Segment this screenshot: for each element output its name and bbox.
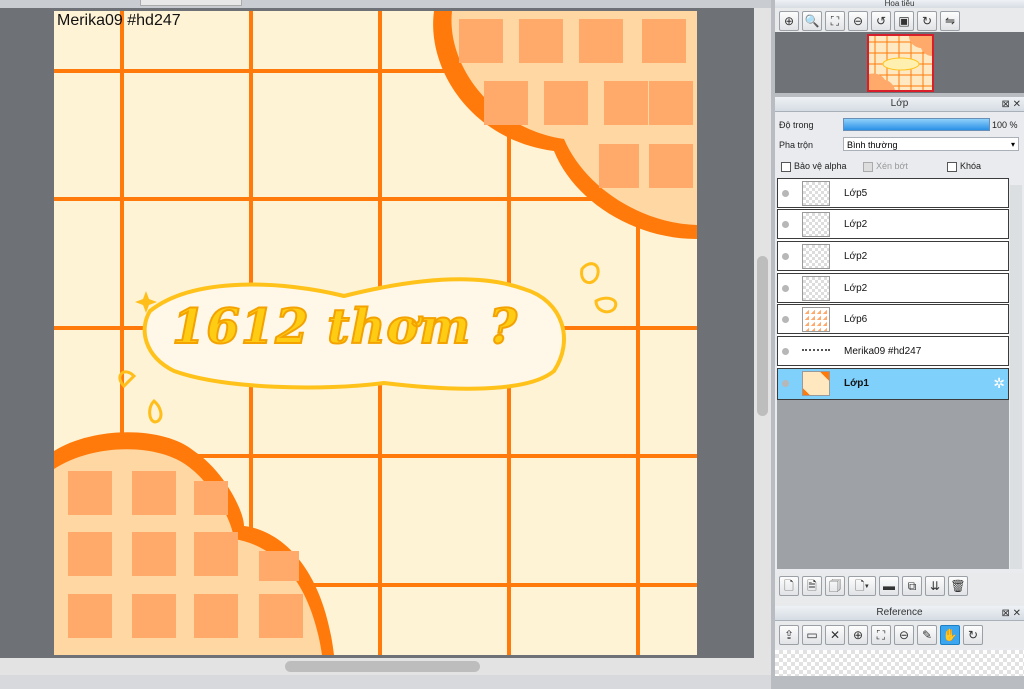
add-layer-dropdown-icon[interactable]: 🗋▾: [848, 576, 876, 596]
artwork-canvas[interactable]: Merika09 #hd247 1612 thơm ?: [54, 11, 697, 655]
clipping-checkbox[interactable]: Xén bớt: [863, 161, 908, 172]
close-icon[interactable]: ⊠ ✕: [1001, 98, 1021, 112]
layer-row[interactable]: Lớp2: [777, 273, 1009, 303]
layer-row[interactable]: Merika09 #hd247: [777, 336, 1009, 366]
visibility-icon[interactable]: [782, 221, 789, 228]
new-layer-icon[interactable]: 🗋: [779, 576, 799, 596]
horizontal-scrollbar[interactable]: [0, 658, 771, 675]
fit-window-icon[interactable]: ⛶: [871, 625, 891, 645]
rotate-icon[interactable]: ↻: [963, 625, 983, 645]
close-icon[interactable]: ⊠ ✕: [1001, 607, 1021, 621]
layer-name: Lớp6: [844, 314, 868, 325]
layer-toolbar: 🗋 🗎 🗍 🗋▾ ▬ ⧉ ⇊ 🗑: [775, 573, 1024, 607]
reference-toolbar: ⇪ ▭ ✕ ⊕ ⛶ ⊖ ✎ ✋ ↻: [775, 622, 1024, 648]
canvas-area[interactable]: Merika09 #hd247 1612 thơm ?: [0, 0, 771, 689]
checkbox-icon: [781, 161, 791, 172]
rotate-left-icon[interactable]: ↺: [871, 11, 891, 31]
layer-name: Lớp1: [844, 378, 869, 389]
reference-canvas[interactable]: [775, 650, 1024, 676]
opacity-value: 100 %: [992, 120, 1018, 130]
top-strip: [0, 0, 771, 8]
zoom-out-icon[interactable]: ⊖: [894, 625, 914, 645]
layer-row[interactable]: Lớp5: [777, 178, 1009, 208]
gear-icon[interactable]: ✲: [993, 375, 1005, 392]
artwork-title-text: 1612 thơm ?: [171, 298, 519, 356]
actual-size-icon[interactable]: ▣: [894, 11, 914, 31]
visibility-icon[interactable]: [782, 190, 789, 197]
eyedropper-icon[interactable]: ✎: [917, 625, 937, 645]
layer-thumbnail: [802, 276, 830, 301]
upload-icon[interactable]: ⇪: [779, 625, 799, 645]
layer-name: Merika09 #hd247: [844, 346, 922, 357]
fit-window-icon[interactable]: ⛶: [825, 11, 845, 31]
chevron-down-icon: ▾: [1010, 140, 1015, 149]
layer-list-scrollbar[interactable]: [1010, 185, 1022, 569]
navigator-panel: Hoa tiêu ⊕ 🔍 ⛶ ⊖ ↺ ▣ ↻ ⇋: [775, 0, 1024, 93]
layer-thumbnail: [802, 307, 830, 332]
new-8bit-layer-icon[interactable]: 🗎: [802, 576, 822, 596]
hand-icon[interactable]: ✋: [940, 625, 960, 645]
folder-icon[interactable]: ▬: [879, 576, 899, 596]
visibility-icon[interactable]: [782, 253, 789, 260]
opacity-label: Độ trong: [779, 120, 814, 130]
checkbox-icon: [863, 161, 873, 172]
zoom-in-icon[interactable]: ⊕: [848, 625, 868, 645]
top-tab[interactable]: [140, 0, 242, 6]
layer-row[interactable]: Lớp2: [777, 241, 1009, 271]
opacity-slider[interactable]: [843, 118, 990, 131]
protect-alpha-label: Bảo vệ alpha: [794, 161, 847, 171]
layer-name: Lớp2: [844, 219, 868, 230]
blend-mode-select[interactable]: Bình thường ▾: [843, 137, 1019, 151]
layer-thumbnail: [802, 181, 830, 206]
layer-name: Lớp2: [844, 283, 868, 294]
open-folder-icon[interactable]: ▭: [802, 625, 822, 645]
layer-thumbnail: [802, 212, 830, 237]
layer-row[interactable]: Lớp2: [777, 209, 1009, 239]
layer-thumbnail: [802, 371, 830, 396]
protect-alpha-checkbox[interactable]: Bảo vệ alpha: [781, 161, 847, 172]
lock-checkbox[interactable]: Khóa: [947, 161, 981, 172]
visibility-icon[interactable]: [782, 316, 789, 323]
duplicate-layer-icon[interactable]: ⧉: [902, 576, 922, 596]
visibility-icon[interactable]: [782, 348, 789, 355]
flip-icon[interactable]: ⇋: [940, 11, 960, 31]
reference-panel-header: Reference ⊠ ✕: [775, 606, 1024, 621]
vertical-scrollbar[interactable]: [754, 8, 771, 658]
vertical-scroll-thumb[interactable]: [757, 256, 768, 416]
blend-label: Pha trộn: [779, 140, 814, 150]
layer-row-selected[interactable]: Lớp1 ✲: [777, 368, 1009, 400]
merge-layer-icon[interactable]: ⇊: [925, 576, 945, 596]
zoom-out-icon[interactable]: ⊖: [848, 11, 868, 31]
text-layer-thumbnail: [802, 349, 830, 353]
trash-icon[interactable]: 🗑: [948, 576, 968, 596]
layer-panel-header: Lớp ⊠ ✕: [775, 97, 1024, 112]
reference-panel: Reference ⊠ ✕ ⇪ ▭ ✕ ⊕ ⛶ ⊖ ✎ ✋ ↻: [775, 606, 1024, 676]
artwork-label: Merika09 #hd247: [57, 12, 181, 29]
clipping-label: Xén bớt: [876, 161, 908, 171]
visibility-icon[interactable]: [782, 285, 789, 292]
layer-thumbnail: [802, 244, 830, 269]
layer-name: Lớp5: [844, 188, 868, 199]
close-image-icon[interactable]: ✕: [825, 625, 845, 645]
layer-panel: Lớp ⊠ ✕ Độ trong 100 % Pha trộn Bình thư…: [775, 97, 1024, 607]
zoom-fit-icon[interactable]: ⊕: [779, 11, 799, 31]
checkbox-icon: [947, 161, 957, 172]
top-right-cloud: [433, 11, 697, 239]
layer-panel-title: Lớp: [890, 98, 909, 109]
layer-row[interactable]: Lớp6: [777, 304, 1009, 334]
zoom-in-icon[interactable]: 🔍: [802, 11, 822, 31]
blend-mode-value: Bình thường: [847, 140, 898, 150]
rotate-right-icon[interactable]: ↻: [917, 11, 937, 31]
reference-panel-title: Reference: [876, 607, 923, 618]
visibility-icon[interactable]: [782, 380, 789, 387]
navigator-thumbnail[interactable]: [867, 34, 934, 92]
new-1bit-layer-icon[interactable]: 🗍: [825, 576, 845, 596]
lock-label: Khóa: [960, 161, 982, 171]
layer-name: Lớp2: [844, 251, 868, 262]
navigator-toolbar: ⊕ 🔍 ⛶ ⊖ ↺ ▣ ↻ ⇋: [775, 8, 1024, 32]
horizontal-scroll-thumb[interactable]: [285, 661, 480, 672]
layer-list: Lớp5 Lớp2 Lớp2 Lớp2 Lớp6 Merika09 #hd247: [777, 178, 1009, 400]
bottom-left-cloud: [54, 432, 334, 655]
layer-list-empty-area: [777, 400, 1009, 569]
